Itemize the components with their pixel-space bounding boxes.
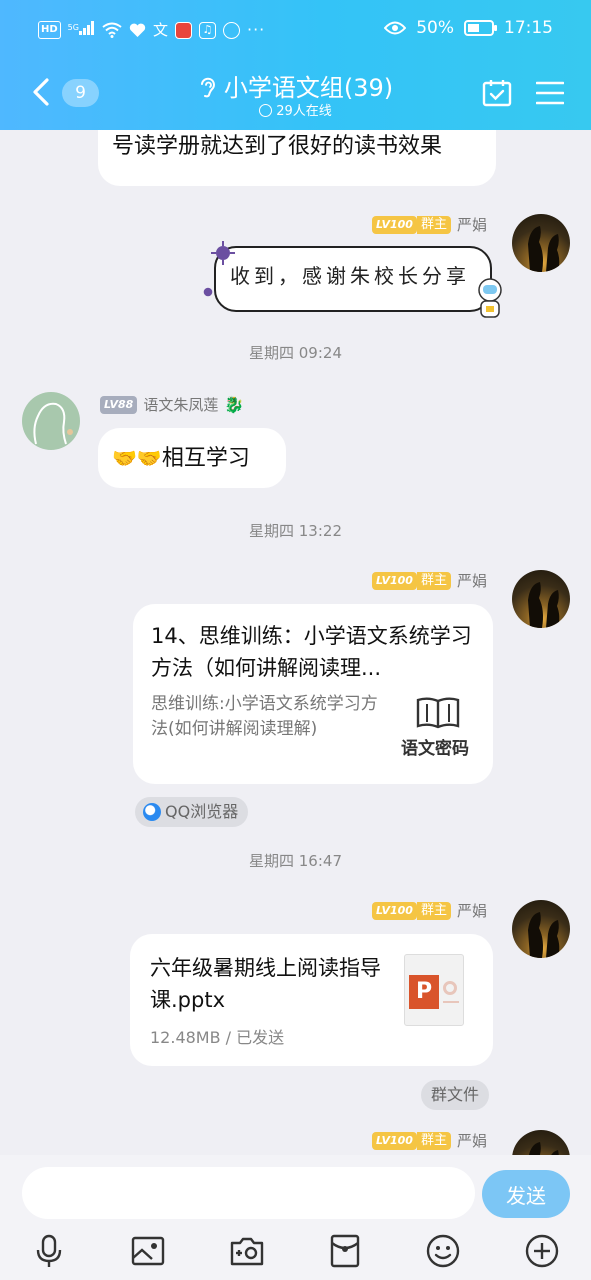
avatar[interactable] <box>512 570 570 628</box>
link-card[interactable]: 14、思维训练：小学语文系统学习方法（如何讲解阅读理... 思维训练:小学语文系… <box>133 604 493 784</box>
sender-name: 严娟 <box>456 902 487 920</box>
sender-name: 严娟 <box>456 216 487 234</box>
message-input[interactable] <box>22 1167 475 1219</box>
sender-name: 语文朱凤莲 <box>143 396 219 414</box>
level-badge: LV100 <box>371 571 417 590</box>
message-text-body: 相互学习 <box>161 446 250 471</box>
penguin-silhouette-icon <box>528 912 560 958</box>
signal-icon: 5G <box>68 20 95 40</box>
group-name: 小学语文组(39) <box>223 74 394 102</box>
chat-history[interactable]: 号读学册就达到了很好的读书效果 LV100 群主 严娟 收到，感谢朱校长分享 星期… <box>0 130 591 1155</box>
avatar[interactable] <box>512 1130 570 1155</box>
menu-icon[interactable] <box>536 80 564 106</box>
chat-navbar: 9 小学语文组(39) 29人在线 <box>0 60 591 126</box>
ear-icon <box>200 77 215 98</box>
avatar[interactable] <box>512 900 570 958</box>
qq-browser-icon <box>143 803 161 821</box>
source-name: QQ浏览器 <box>165 802 239 821</box>
timestamp: 星期四 09:24 <box>249 344 342 362</box>
astronaut-doctor-icon <box>478 278 502 318</box>
virus-icon <box>211 241 235 265</box>
heart-icon <box>129 23 146 37</box>
penguin-silhouette-icon <box>528 1142 559 1155</box>
file-card[interactable]: 六年级暑期线上阅读指导课.pptx 12.48MB / 已发送 P <box>130 934 493 1066</box>
image-icon[interactable] <box>130 1233 166 1269</box>
portrait-sketch-icon <box>33 402 73 445</box>
file-meta: 12.48MB / 已发送 <box>150 1028 285 1047</box>
battery-percent: 50% <box>416 18 454 38</box>
music-icon: ♫ <box>198 21 216 39</box>
message-bubble[interactable]: 🤝🤝相互学习 <box>98 428 286 488</box>
penguin-silhouette-icon <box>528 582 560 628</box>
avatar[interactable] <box>22 392 80 450</box>
check-circle-icon <box>259 104 273 117</box>
link-title: 14、思维训练：小学语文系统学习方法（如何讲解阅读理... <box>151 624 472 680</box>
hd-icon: HD <box>38 21 61 40</box>
role-badge: 群主 <box>416 571 451 590</box>
file-name: 六年级暑期线上阅读指导课.pptx <box>150 956 381 1012</box>
file-icon-letter: P <box>409 975 439 1009</box>
sticker-text: 收到，感谢朱校长分享 <box>230 264 470 288</box>
red-envelope-icon[interactable] <box>327 1233 363 1269</box>
battery-icon <box>464 20 497 36</box>
camera-icon[interactable] <box>229 1233 265 1269</box>
timestamp: 星期四 16:47 <box>249 852 342 870</box>
emoji-icon[interactable] <box>425 1233 461 1269</box>
level-badge: LV100 <box>371 215 417 234</box>
link-thumbnail-label: 语文密码 <box>401 739 469 759</box>
dragon-badge-icon: 🐉 <box>224 395 245 414</box>
input-area: 发送 <box>0 1155 591 1280</box>
mic-icon[interactable] <box>31 1233 67 1269</box>
sender-tag: LV100 群主 严娟 <box>371 1130 487 1151</box>
virus-icon <box>203 287 213 297</box>
message-bubble[interactable]: 号读学册就达到了很好的读书效果 <box>98 130 496 186</box>
penguin-silhouette-icon <box>528 226 560 272</box>
sender-tag: LV100 群主 严娟 <box>371 570 487 591</box>
more-notifications-icon: ··· <box>246 20 266 40</box>
level-badge: LV100 <box>371 901 417 920</box>
timestamp: 星期四 13:22 <box>249 522 342 540</box>
role-badge: 群主 <box>416 1131 451 1150</box>
status-bar: HD 5G 文 ♫ ··· 50% 17:15 <box>0 18 591 48</box>
message-text: 号读学册就达到了很好的读书效果 <box>112 134 443 159</box>
role-badge: 群主 <box>416 901 451 920</box>
eye-icon <box>384 21 407 35</box>
sender-tag: LV88 语文朱凤莲 🐉 <box>100 394 244 415</box>
source-tag[interactable]: QQ浏览器 <box>135 797 249 827</box>
message-text: 🤝🤝相互学习 <box>112 443 250 474</box>
link-description: 思维训练:小学语文系统学习方法(如何讲解阅读理解) <box>151 694 378 739</box>
role-badge: 群主 <box>416 215 451 234</box>
sender-tag: LV100 群主 严娟 <box>371 214 487 235</box>
avatar[interactable] <box>512 214 570 272</box>
sender-tag: LV100 群主 严娟 <box>371 900 487 921</box>
app-notification-icon: 文 <box>152 21 168 40</box>
group-file-tag[interactable]: 群文件 <box>421 1080 490 1110</box>
plus-icon[interactable] <box>524 1233 560 1269</box>
level-badge: LV100 <box>371 1131 417 1150</box>
handshake-emoji: 🤝🤝 <box>112 446 162 470</box>
pptx-file-icon: P <box>404 954 464 1026</box>
online-count: 29人在线 <box>276 104 332 119</box>
wifi-icon <box>102 22 122 39</box>
book-icon <box>416 697 460 729</box>
level-badge: LV88 <box>100 395 138 414</box>
sender-name: 严娟 <box>456 572 487 590</box>
calendar-check-icon[interactable] <box>482 78 512 108</box>
sticker[interactable]: 收到，感谢朱校长分享 <box>200 240 502 328</box>
sender-name: 严娟 <box>456 1132 487 1150</box>
header: HD 5G 文 ♫ ··· 50% 17:15 9 小学语文组(39) 29人在… <box>0 0 591 130</box>
send-button[interactable]: 发送 <box>482 1170 570 1218</box>
clock: 17:15 <box>504 18 553 38</box>
battery-level <box>468 24 479 32</box>
browser-icon <box>222 21 240 39</box>
app-badge-icon <box>174 21 192 39</box>
